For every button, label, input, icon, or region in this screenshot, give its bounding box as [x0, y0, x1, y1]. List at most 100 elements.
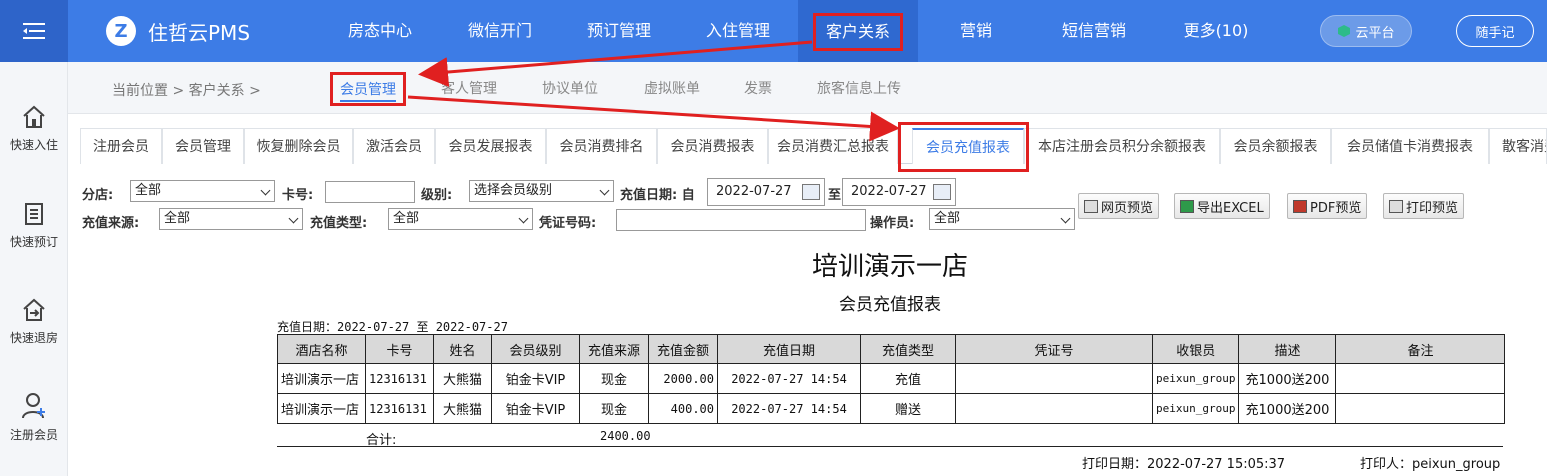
- subnav-invoice[interactable]: 发票: [744, 78, 772, 98]
- table-header-row: 酒店名称 卡号 姓名 会员级别 充值来源 充值金额 充值日期 充值类型 凭证号 …: [277, 334, 1506, 364]
- column-header: 充值金额: [648, 334, 718, 364]
- pdf-icon: [1293, 199, 1307, 213]
- add-user-icon: [22, 393, 45, 419]
- nav-checkin[interactable]: 入住管理: [690, 0, 786, 62]
- app-name: 住哲云PMS: [148, 20, 251, 45]
- cell-name: 大熊猫: [433, 393, 492, 424]
- tab-member-management[interactable]: 会员管理: [162, 128, 244, 164]
- cloud-platform-button[interactable]: 云平台: [1320, 15, 1412, 47]
- sidebar-label: 快速退房: [9, 331, 58, 345]
- cell-voucher: [955, 393, 1153, 424]
- operator-select[interactable]: 全部: [929, 208, 1075, 230]
- cell-name: 大熊猫: [433, 363, 492, 394]
- subnav-member-management[interactable]: 会员管理: [330, 72, 406, 106]
- tab-activate-member[interactable]: 激活会员: [353, 128, 435, 164]
- tab-stored-value-consumption[interactable]: 会员储值卡消费报表: [1331, 128, 1489, 164]
- column-header: 收银员: [1151, 334, 1240, 364]
- tab-consumption-summary[interactable]: 会员消费汇总报表: [768, 128, 898, 164]
- table-row: 培训演示一店 12316131 大熊猫 铂金卡VIP 现金 2000.00 20…: [277, 363, 1506, 394]
- cloud-platform-label: 云平台: [1355, 25, 1395, 41]
- quick-note-button[interactable]: 随手记: [1456, 15, 1534, 47]
- voucher-input[interactable]: [616, 209, 866, 231]
- print-preview-button[interactable]: 打印预览: [1383, 193, 1465, 219]
- nav-customer-relations[interactable]: 客户关系: [798, 0, 918, 62]
- tab-restore-deleted[interactable]: 恢复删除会员: [244, 128, 353, 164]
- nav-wechat-door[interactable]: 微信开门: [452, 0, 548, 62]
- sidebar-item-quick-booking[interactable]: 快速预订: [0, 201, 68, 250]
- footer-divider: [277, 446, 1503, 447]
- type-select[interactable]: 全部: [388, 208, 533, 230]
- breadcrumb: 当前位置 > 客户关系 >: [112, 83, 261, 99]
- column-header: 会员级别: [491, 334, 580, 364]
- pdf-preview-button[interactable]: PDF预览: [1287, 193, 1368, 219]
- branch-select[interactable]: 全部: [130, 180, 275, 202]
- card-label: 卡号:: [282, 188, 314, 203]
- date-from-value: 2022-07-27: [716, 184, 792, 199]
- sidebar-item-register-member[interactable]: 注册会员: [0, 392, 68, 443]
- cube-icon: [1338, 25, 1351, 37]
- date-to-input[interactable]: 2022-07-27: [842, 178, 956, 206]
- column-header: 凭证号: [955, 334, 1153, 364]
- report-hotel-title: 培训演示一店: [811, 252, 968, 282]
- cell-source: 现金: [579, 393, 649, 424]
- report-subtitle: 会员充值报表: [839, 295, 941, 315]
- web-icon: [1084, 199, 1098, 213]
- level-select[interactable]: 选择会员级别: [469, 180, 614, 202]
- app-logo[interactable]: Z 住哲云PMS: [106, 16, 250, 46]
- cell-card: 12316131: [365, 363, 434, 394]
- cell-type: 赠送: [860, 393, 956, 424]
- source-select[interactable]: 全部: [159, 208, 303, 230]
- cell-level: 铂金卡VIP: [491, 393, 580, 424]
- nav-more[interactable]: 更多(10): [1168, 0, 1264, 62]
- subnav-member-management-label: 会员管理: [340, 82, 396, 102]
- calendar-icon[interactable]: [933, 184, 951, 200]
- column-header: 充值来源: [579, 334, 649, 364]
- subnav-agreement-units[interactable]: 协议单位: [542, 78, 598, 98]
- web-preview-button[interactable]: 网页预览: [1078, 193, 1160, 219]
- nav-marketing[interactable]: 营销: [940, 0, 1012, 62]
- sidebar-label: 快速入住: [9, 138, 58, 152]
- nav-room-status[interactable]: 房态中心: [332, 0, 428, 62]
- source-label: 充值来源:: [82, 216, 140, 231]
- cell-hotel: 培训演示一店: [277, 363, 366, 394]
- export-excel-label: 导出EXCEL: [1197, 200, 1264, 216]
- subnav-guest-management[interactable]: 客人管理: [441, 78, 497, 98]
- cell-cashier: peixun_group: [1151, 363, 1240, 394]
- printed-by: 打印人：peixun_group: [1360, 457, 1501, 472]
- nav-sms[interactable]: 短信营销: [1046, 0, 1142, 62]
- cell-amount: 400.00: [648, 393, 718, 424]
- column-header: 卡号: [365, 334, 434, 364]
- tab-consumption-report[interactable]: 会员消费报表: [657, 128, 768, 164]
- export-excel-button[interactable]: 导出EXCEL: [1174, 193, 1270, 219]
- tab-register-member[interactable]: 注册会员: [80, 128, 162, 164]
- tab-member-balance[interactable]: 会员余额报表: [1220, 128, 1331, 164]
- print-preview-label: 打印预览: [1406, 200, 1459, 216]
- home-icon: [23, 105, 45, 128]
- sidebar-item-quick-checkin[interactable]: 快速入住: [0, 104, 68, 153]
- type-label: 充值类型:: [310, 216, 368, 231]
- nav-booking[interactable]: 预订管理: [571, 0, 667, 62]
- subnav-traveler-upload[interactable]: 旅客信息上传: [817, 78, 901, 98]
- subnav-virtual-bill[interactable]: 虚拟账单: [644, 78, 700, 98]
- calendar-icon[interactable]: [802, 184, 820, 200]
- tab-consumption-ranking[interactable]: 会员消费排名: [546, 128, 657, 164]
- total-value: 2400.00: [600, 429, 651, 443]
- cell-source: 现金: [579, 363, 649, 394]
- branch-label: 分店:: [82, 188, 114, 203]
- cell-amount: 2000.00: [648, 363, 718, 394]
- column-header: 备注: [1335, 334, 1506, 364]
- card-number-input[interactable]: [325, 181, 415, 203]
- cell-date: 2022-07-27 14:54: [717, 393, 861, 424]
- date-from-input[interactable]: 2022-07-27: [707, 178, 825, 206]
- report-table: 酒店名称 卡号 姓名 会员级别 充值来源 充值金额 充值日期 充值类型 凭证号 …: [277, 334, 1506, 424]
- printer-icon: [1389, 199, 1403, 213]
- column-header: 酒店名称: [277, 334, 366, 364]
- menu-toggle-button[interactable]: [0, 0, 68, 62]
- table-row: 培训演示一店 12316131 大熊猫 铂金卡VIP 现金 400.00 202…: [277, 393, 1506, 424]
- tab-points-balance[interactable]: 本店注册会员积分余额报表: [1024, 128, 1220, 164]
- tab-member-growth[interactable]: 会员发展报表: [435, 128, 546, 164]
- sidebar-label: 注册会员: [9, 428, 58, 442]
- tab-walkin-consumption[interactable]: 散客消费: [1489, 128, 1547, 164]
- print-date: 打印日期：2022-07-27 15:05:37: [1082, 457, 1286, 472]
- report-date-range: 充值日期：2022-07-27 至 2022-07-27: [277, 320, 508, 334]
